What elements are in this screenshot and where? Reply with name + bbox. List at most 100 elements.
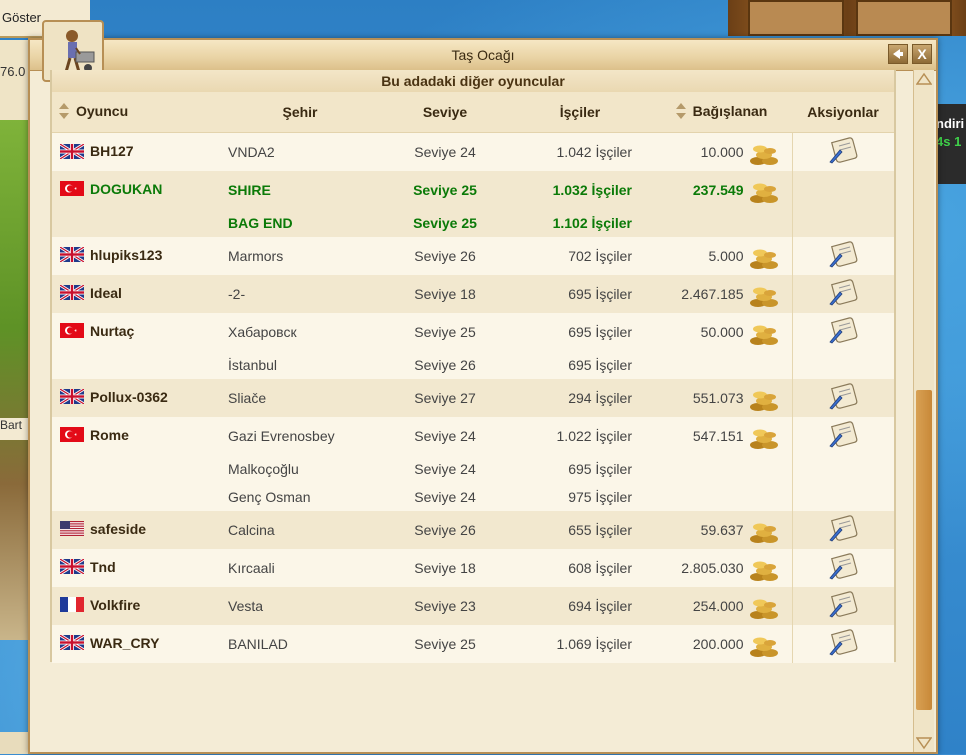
- player-cell[interactable]: WAR_CRY: [52, 624, 220, 663]
- gold-coins-icon: [748, 425, 780, 454]
- player-cell[interactable]: Ideal: [52, 274, 220, 313]
- gold-coins-icon: [748, 141, 780, 170]
- donated-cell: 551.073: [650, 378, 792, 417]
- header-donated[interactable]: Bağışlanan: [650, 92, 792, 133]
- player-row[interactable]: Nurtaç Хабаровск Seviye 25 695 İşçiler 50.00…: [52, 312, 894, 351]
- player-row[interactable]: Ideal -2- Seviye 18 695 İşçiler 2.467.185: [52, 274, 894, 313]
- scroll-up-icon[interactable]: [915, 72, 933, 86]
- left-resource-value: 76.0: [0, 64, 26, 79]
- player-cell[interactable]: hlupiks123: [52, 236, 220, 275]
- donated-cell: 547.151: [650, 416, 792, 455]
- players-panel-title: Bu adadaki diğer oyuncular: [52, 70, 894, 92]
- message-scroll-icon[interactable]: [828, 553, 858, 583]
- flag-icon: [59, 634, 86, 652]
- players-table-body: BH127 VNDA2 Seviye 24 1.042 İşçiler 10.000 DO…: [52, 132, 894, 663]
- player-cell[interactable]: Nurtaç: [52, 312, 220, 351]
- city-name[interactable]: İstanbul: [220, 350, 380, 379]
- city-name[interactable]: BAG END: [220, 208, 380, 237]
- city-name[interactable]: -2-: [220, 274, 380, 313]
- city-workers: 695 İşçiler: [510, 350, 650, 379]
- city-level: Seviye 18: [380, 548, 510, 587]
- player-name[interactable]: BH127: [90, 143, 134, 159]
- window-titlebar[interactable]: Taş Ocağı X: [30, 40, 936, 71]
- city-name[interactable]: Kırcaali: [220, 548, 380, 587]
- city-name[interactable]: Marmors: [220, 236, 380, 275]
- message-scroll-icon[interactable]: [828, 279, 858, 309]
- player-city-row[interactable]: Malkoçoğlu Seviye 24 695 İşçiler: [52, 454, 894, 483]
- player-name[interactable]: Tnd: [90, 559, 116, 575]
- flag-icon: [60, 181, 86, 198]
- player-city-row[interactable]: İstanbul Seviye 26 695 İşçiler: [52, 350, 894, 379]
- header-actions: Aksiyonlar: [792, 92, 894, 133]
- player-cell[interactable]: Pollux-0362: [52, 378, 220, 417]
- actions-cell-empty: [791, 454, 894, 483]
- player-city-row[interactable]: BAG END Seviye 25 1.102 İşçiler: [52, 208, 894, 237]
- city-name[interactable]: VNDA2: [220, 132, 380, 171]
- player-name[interactable]: Pollux-0362: [90, 389, 168, 405]
- flag-icon: [60, 521, 86, 538]
- player-name[interactable]: Nurtaç: [90, 323, 134, 339]
- window-scrollbar[interactable]: [913, 70, 934, 752]
- player-row[interactable]: BH127 VNDA2 Seviye 24 1.042 İşçiler 10.000: [52, 132, 894, 171]
- city-name[interactable]: Genç Osman: [220, 482, 380, 511]
- player-cell[interactable]: Volkfire: [52, 586, 220, 625]
- window-title: Taş Ocağı: [451, 47, 515, 63]
- city-name[interactable]: Malkoçoğlu: [220, 454, 380, 483]
- scroll-down-icon[interactable]: [915, 736, 933, 750]
- player-row[interactable]: Rome Gazi Evrenosbey Seviye 24 1.022 İşçile…: [52, 416, 894, 455]
- advisor-portrait[interactable]: [856, 0, 952, 36]
- donated-cell: 237.549: [650, 170, 792, 209]
- player-cell[interactable]: safeside: [52, 510, 220, 549]
- player-name[interactable]: WAR_CRY: [90, 635, 160, 651]
- message-scroll-icon[interactable]: [828, 241, 858, 271]
- flag-icon: [59, 558, 86, 576]
- city-name[interactable]: Vesta: [220, 586, 380, 625]
- message-scroll-icon[interactable]: [828, 421, 858, 451]
- player-cell[interactable]: DOGUKAN: [52, 170, 220, 209]
- city-name[interactable]: SHIRE: [220, 170, 380, 209]
- message-scroll-icon[interactable]: [828, 629, 858, 659]
- donated-cell: 200.000: [650, 624, 792, 663]
- player-name[interactable]: DOGUKAN: [90, 181, 162, 197]
- city-name[interactable]: Gazi Evrenosbey: [220, 416, 380, 455]
- close-button[interactable]: X: [912, 44, 932, 64]
- player-name[interactable]: hlupiks123: [90, 247, 162, 263]
- back-button[interactable]: [888, 44, 908, 64]
- flag-icon: [59, 284, 86, 302]
- header-player[interactable]: Oyuncu: [52, 92, 220, 133]
- sort-arrows-icon[interactable]: [58, 102, 70, 123]
- player-cell[interactable]: BH127: [52, 132, 220, 171]
- player-row[interactable]: DOGUKAN SHIRE Seviye 25 1.032 İşçiler 237.54…: [52, 170, 894, 209]
- city-level: Seviye 23: [380, 586, 510, 625]
- scroll-thumb[interactable]: [916, 390, 932, 710]
- player-cell[interactable]: Rome: [52, 416, 220, 455]
- sort-arrows-icon[interactable]: [675, 102, 687, 123]
- message-scroll-icon[interactable]: [828, 515, 858, 545]
- donated-amount: 551.073: [692, 389, 744, 406]
- city-name[interactable]: Хабаровск: [220, 312, 380, 351]
- player-row[interactable]: Volkfire Vesta Seviye 23 694 İşçiler 254.000: [52, 586, 894, 625]
- player-row[interactable]: hlupiks123 Marmors Seviye 26 702 İşçiler 5.0…: [52, 236, 894, 275]
- player-name[interactable]: Ideal: [90, 285, 122, 301]
- player-name[interactable]: Volkfire: [90, 597, 140, 613]
- advisor-portrait[interactable]: [748, 0, 844, 36]
- player-cell[interactable]: Tnd: [52, 548, 220, 587]
- city-name[interactable]: BANILAD: [220, 624, 380, 663]
- message-scroll-icon[interactable]: [828, 383, 858, 413]
- player-row[interactable]: safeside Calcina Seviye 26 655 İşçiler 59.63…: [52, 510, 894, 549]
- player-row[interactable]: Tnd Kırcaali Seviye 18 608 İşçiler 2.805.030: [52, 548, 894, 587]
- message-scroll-icon[interactable]: [828, 317, 858, 347]
- player-name[interactable]: Rome: [90, 427, 129, 443]
- donated-amount: 547.151: [692, 427, 744, 444]
- player-row[interactable]: Pollux-0362 Sliače Seviye 27 294 İşçiler 551…: [52, 378, 894, 417]
- city-name[interactable]: Sliače: [220, 378, 380, 417]
- barbarian-label[interactable]: Bart: [0, 418, 30, 440]
- donated-cell: 254.000: [650, 586, 792, 625]
- player-city-row[interactable]: Genç Osman Seviye 24 975 İşçiler: [52, 482, 894, 511]
- player-row[interactable]: WAR_CRY BANILAD Seviye 25 1.069 İşçiler 200.…: [52, 624, 894, 663]
- message-scroll-icon[interactable]: [828, 591, 858, 621]
- donated-cell-empty: [650, 482, 792, 511]
- message-scroll-icon[interactable]: [828, 137, 858, 167]
- player-name[interactable]: safeside: [90, 521, 146, 537]
- city-name[interactable]: Calcina: [220, 510, 380, 549]
